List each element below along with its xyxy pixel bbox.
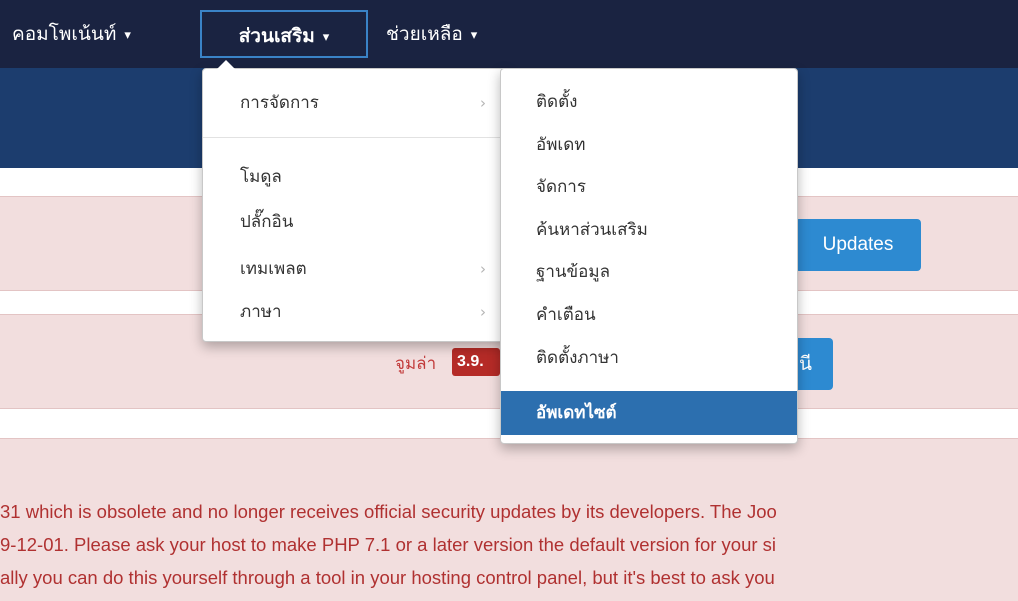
menu-item-label: ฐานข้อมูล	[536, 262, 611, 282]
joomla-label: จูมล่า	[395, 354, 437, 374]
warning-line: 9-12-01. Please ask your host to make PH…	[0, 534, 777, 555]
nav-components[interactable]: คอมโพเน้นท์ ▾	[12, 10, 131, 58]
menu-item-modules[interactable]: โมดูล	[203, 157, 508, 197]
menu-item-label: ปลั๊กอิน	[240, 212, 294, 232]
menu-item-languages[interactable]: ภาษา ›	[203, 292, 508, 332]
menu-item-templates[interactable]: เทมเพลต ›	[203, 249, 508, 289]
menu-item-label: อัพเดทไซต์	[536, 403, 617, 423]
menu-item-label: โมดูล	[240, 167, 282, 187]
caret-down-icon: ▾	[124, 28, 131, 43]
nav-help[interactable]: ช่วยเหลือ ▾	[386, 10, 477, 58]
menu-item-manage[interactable]: จัดการ	[501, 167, 797, 207]
chevron-right-icon: ›	[480, 260, 486, 278]
joomla-update-button[interactable]: นี	[793, 338, 833, 390]
menu-item-update-site[interactable]: อัพเดทไซต์	[501, 391, 797, 435]
php-warning-text: 31 which is obsolete and no longer recei…	[0, 495, 1018, 594]
menu-divider	[203, 137, 508, 138]
menu-item-install[interactable]: ติดตั้ง	[501, 82, 797, 122]
extensions-dropdown: การจัดการ › โมดูล ปลั๊กอิน เทมเพลต › ภาษ…	[202, 68, 509, 342]
updates-button[interactable]: Updates	[795, 219, 921, 271]
menu-item-install-languages[interactable]: ติดตั้งภาษา	[501, 338, 797, 378]
version-badge: 3.9.	[452, 348, 500, 376]
menu-item-label: ค้นหาส่วนเสริม	[536, 220, 648, 240]
dropdown-pointer	[217, 60, 235, 69]
warning-line: ally you can do this yourself through a …	[0, 567, 775, 588]
menu-item-label: การจัดการ	[240, 93, 319, 113]
nav-extensions[interactable]: ส่วนเสริม ▾	[200, 10, 368, 58]
nav-components-label: คอมโพเน้นท์	[12, 23, 117, 45]
menu-item-label: คำเตือน	[536, 305, 596, 325]
menu-item-label: ภาษา	[240, 302, 282, 322]
menu-item-database[interactable]: ฐานข้อมูล	[501, 252, 797, 292]
manage-submenu: ติดตั้ง อัพเดท จัดการ ค้นหาส่วนเสริม ฐาน…	[500, 68, 798, 444]
menu-item-label: ติดตั้ง	[536, 92, 578, 112]
caret-down-icon: ▾	[470, 28, 478, 43]
warning-line: 31 which is obsolete and no longer recei…	[0, 501, 777, 522]
menu-item-warnings[interactable]: คำเตือน	[501, 295, 797, 335]
chevron-right-icon: ›	[480, 303, 486, 321]
menu-item-manage[interactable]: การจัดการ ›	[203, 83, 508, 123]
menu-item-label: เทมเพลต	[240, 259, 307, 279]
top-navbar: คอมโพเน้นท์ ▾ ส่วนเสริม ▾ ช่วยเหลือ ▾	[0, 0, 1018, 68]
nav-extensions-label: ส่วนเสริม	[238, 25, 315, 47]
nav-help-label: ช่วยเหลือ	[386, 23, 463, 45]
menu-item-discover[interactable]: ค้นหาส่วนเสริม	[501, 210, 797, 250]
menu-item-plugins[interactable]: ปลั๊กอิน	[203, 202, 508, 242]
menu-item-label: ติดตั้งภาษา	[536, 348, 619, 368]
menu-item-update[interactable]: อัพเดท	[501, 125, 797, 165]
menu-item-label: จัดการ	[536, 177, 586, 197]
menu-item-label: อัพเดท	[536, 135, 586, 155]
chevron-right-icon: ›	[480, 94, 486, 112]
caret-down-icon: ▾	[322, 30, 330, 45]
